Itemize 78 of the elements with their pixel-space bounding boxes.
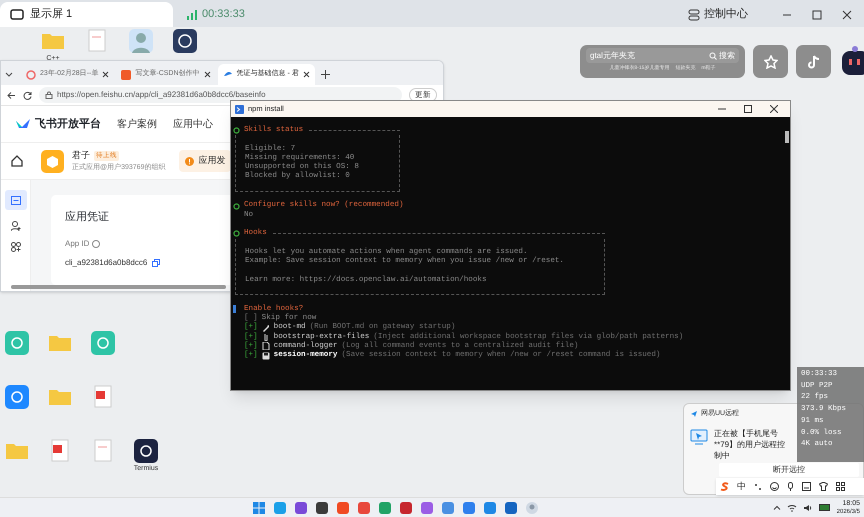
close-icon[interactable] bbox=[302, 71, 310, 78]
maximize-icon[interactable] bbox=[744, 105, 752, 113]
monitor-icon bbox=[690, 428, 708, 446]
battery-icon[interactable] bbox=[818, 504, 831, 511]
control-center-button[interactable]: 控制中心 bbox=[704, 6, 748, 23]
card-title: 应用凭证 bbox=[65, 210, 109, 225]
toggle-icon bbox=[688, 8, 700, 20]
microphone-icon[interactable] bbox=[787, 482, 794, 491]
url-text: https://open.feishu.cn/app/cli_a92381d6a0b8dcc6/baseinfo bbox=[57, 89, 266, 101]
input-mode-toggle[interactable]: 中 bbox=[737, 480, 746, 494]
field-label: App ID bbox=[65, 238, 90, 250]
app-icon[interactable] bbox=[316, 502, 328, 514]
home-icon[interactable] bbox=[11, 155, 23, 167]
step-marker-icon bbox=[233, 202, 240, 210]
search-icon bbox=[709, 52, 717, 60]
maximize-icon[interactable] bbox=[812, 10, 822, 20]
back-arrow-icon[interactable] bbox=[7, 90, 16, 100]
refresh-icon[interactable] bbox=[23, 90, 32, 100]
caret-up-icon[interactable] bbox=[772, 504, 781, 512]
plus-icon[interactable] bbox=[320, 70, 330, 79]
app-icon bbox=[4, 330, 30, 356]
robot-mascot-icon[interactable] bbox=[839, 45, 864, 78]
app-icon bbox=[4, 384, 30, 410]
tab-label: 显示屏 1 bbox=[30, 7, 72, 22]
punctuation-icon[interactable] bbox=[754, 482, 762, 490]
lock-icon bbox=[45, 91, 53, 99]
star-icon bbox=[764, 54, 778, 68]
display-tab[interactable]: 显示屏 1 bbox=[0, 2, 173, 27]
app-icon[interactable] bbox=[400, 502, 412, 514]
apps-icon[interactable] bbox=[10, 242, 20, 252]
close-icon[interactable] bbox=[204, 71, 211, 78]
signal-icon bbox=[187, 10, 197, 20]
music-note-icon bbox=[808, 54, 820, 68]
keyboard-icon[interactable] bbox=[802, 482, 811, 491]
close-icon[interactable] bbox=[842, 10, 852, 20]
notification-message: 正在被【手机尾号**79】的用户远程控制中 bbox=[714, 428, 786, 460]
chevron-down-icon[interactable] bbox=[5, 71, 13, 79]
add-user-icon[interactable] bbox=[10, 221, 20, 231]
app-icon bbox=[90, 330, 116, 356]
monitor-icon bbox=[10, 8, 24, 20]
widget-button[interactable] bbox=[753, 45, 788, 78]
alert-text: 应用发 bbox=[198, 154, 226, 168]
ime-logo-icon[interactable] bbox=[720, 482, 729, 491]
favicon-icon bbox=[121, 70, 132, 80]
copy-icon[interactable] bbox=[152, 258, 160, 266]
terminal-icon bbox=[235, 104, 244, 114]
app-id-value: cli_a92381d6a0b8dcc6 bbox=[65, 256, 148, 268]
volume-icon[interactable] bbox=[802, 504, 813, 512]
box-app-icon bbox=[41, 150, 64, 172]
address-bar[interactable]: https://open.feishu.cn/app/cli_a92381d6a0b8dcc6/baseinfo bbox=[39, 87, 402, 103]
app-icon[interactable] bbox=[505, 502, 517, 514]
nav-link[interactable]: 客户案例 bbox=[117, 116, 157, 132]
disconnect-button[interactable]: 断开远控 bbox=[719, 463, 859, 477]
step-marker-icon bbox=[233, 127, 240, 134]
nav-link[interactable]: 应用中心 bbox=[173, 116, 213, 132]
card-icon bbox=[10, 196, 20, 204]
logo-icon bbox=[15, 118, 31, 130]
scrollbar-thumb[interactable] bbox=[785, 131, 789, 143]
session-timer: 00:33:33 bbox=[202, 7, 245, 22]
app-icon bbox=[172, 28, 198, 54]
scrollbar[interactable] bbox=[11, 285, 226, 289]
step-marker-icon bbox=[233, 230, 240, 238]
app-icon bbox=[133, 438, 159, 464]
start-icon[interactable] bbox=[253, 502, 265, 514]
sidebar-item[interactable] bbox=[4, 190, 26, 210]
widget-button[interactable] bbox=[796, 45, 831, 78]
warning-icon bbox=[185, 156, 194, 166]
shirt-icon[interactable] bbox=[819, 482, 828, 491]
close-icon[interactable] bbox=[102, 71, 110, 78]
close-icon[interactable] bbox=[770, 105, 778, 113]
app-icon[interactable] bbox=[295, 502, 307, 514]
brand-name: 飞书开放平台 bbox=[35, 116, 101, 132]
favicon-icon bbox=[26, 70, 36, 80]
wifi-icon[interactable] bbox=[786, 504, 797, 512]
grid-icon[interactable] bbox=[836, 482, 845, 491]
app-logo-icon bbox=[690, 410, 698, 418]
app-name: 君子 bbox=[72, 149, 90, 162]
cursor-mark bbox=[233, 305, 236, 314]
